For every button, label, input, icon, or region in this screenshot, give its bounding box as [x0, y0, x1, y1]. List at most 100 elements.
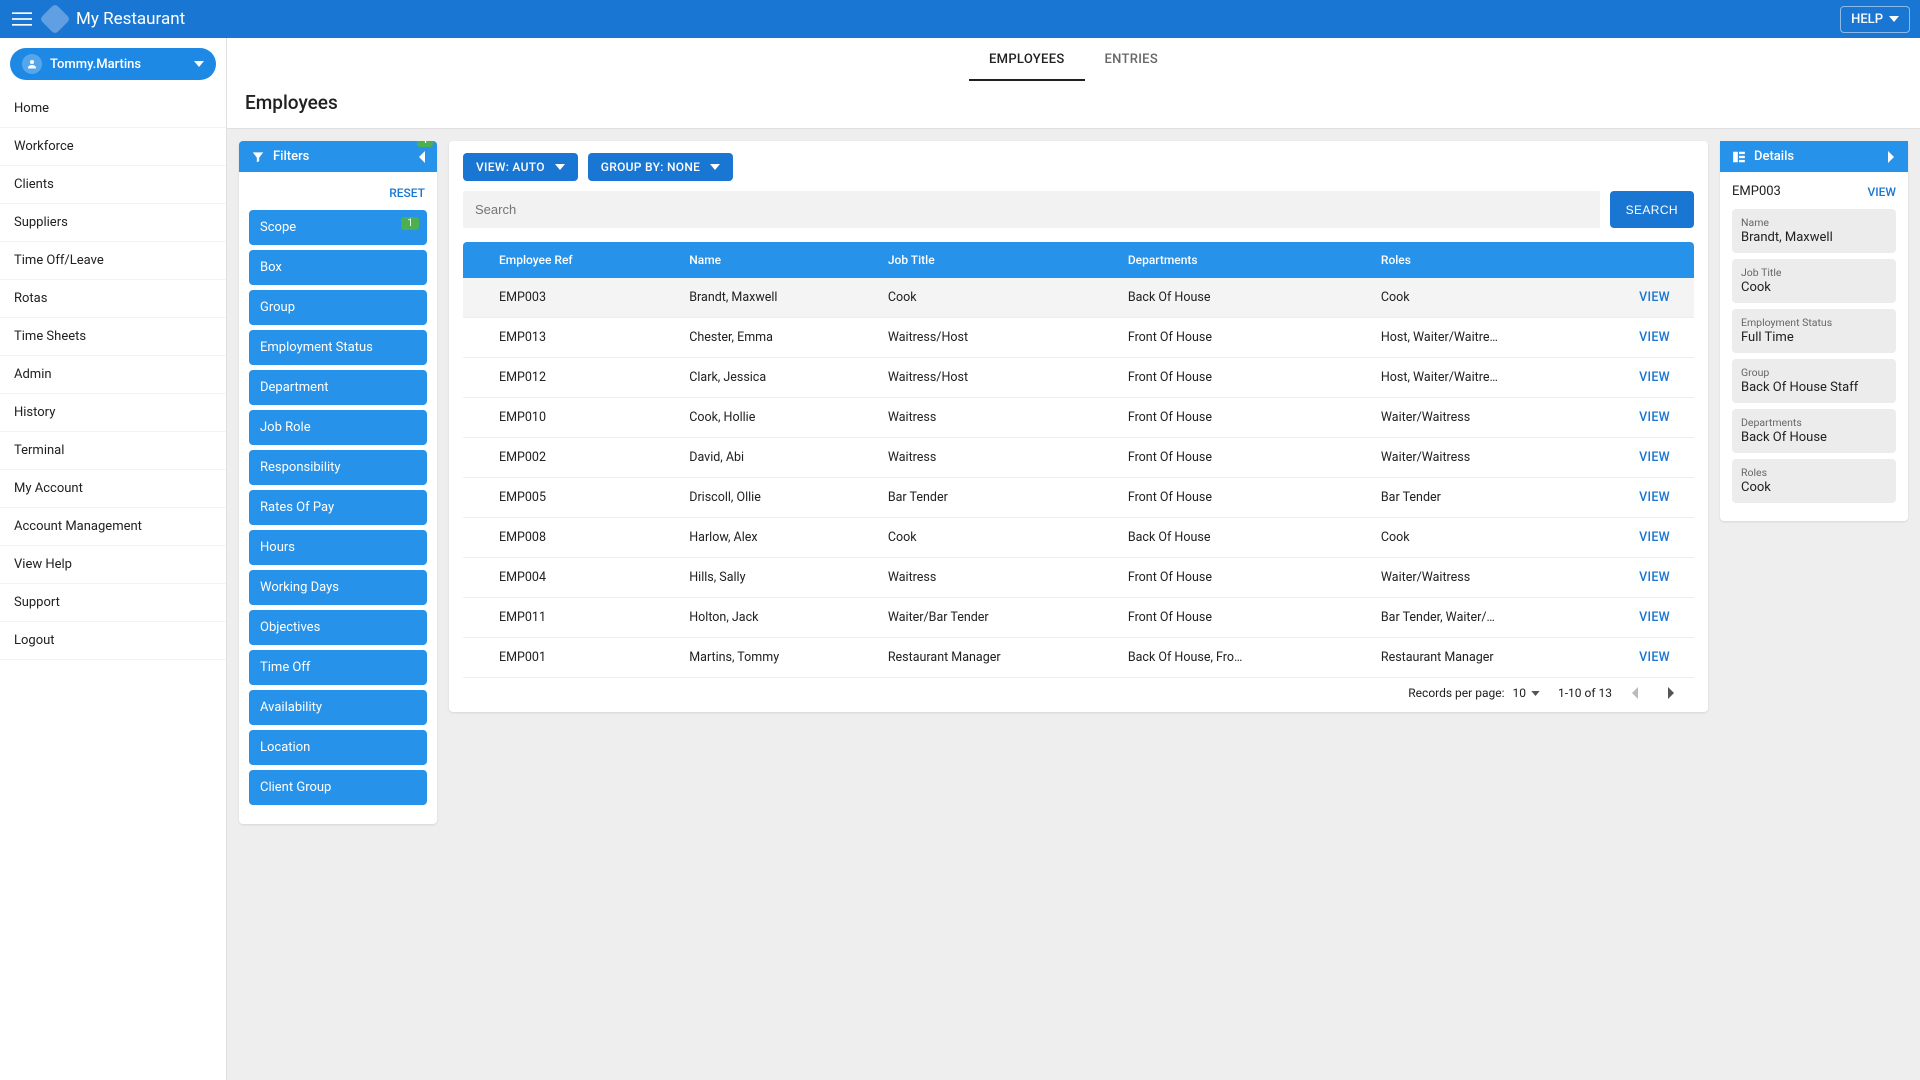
nav-item-logout[interactable]: Logout	[0, 622, 226, 660]
detail-label: Name	[1741, 216, 1887, 229]
expand-details-icon[interactable]	[1888, 151, 1896, 163]
detail-label: Job Title	[1741, 266, 1887, 279]
app-logo	[39, 3, 70, 34]
tab-entries[interactable]: ENTRIES	[1085, 38, 1178, 81]
tab-employees[interactable]: EMPLOYEES	[969, 38, 1085, 81]
detail-label: Departments	[1741, 416, 1887, 429]
table-row[interactable]: EMP001Martins, TommyRestaurant ManagerBa…	[463, 638, 1694, 678]
filters-count-badge: 1	[417, 141, 433, 147]
nav-item-rotas[interactable]: Rotas	[0, 280, 226, 318]
view-row-link[interactable]: VIEW	[1624, 398, 1694, 438]
col-actions[interactable]	[1624, 242, 1694, 278]
filter-employment-status[interactable]: Employment Status	[249, 330, 427, 365]
filter-responsibility[interactable]: Responsibility	[249, 450, 427, 485]
cell-title: Waitress	[878, 398, 1118, 438]
cell-dept: Back Of House	[1118, 518, 1371, 558]
menu-icon[interactable]	[10, 7, 34, 31]
view-row-link[interactable]: VIEW	[1624, 318, 1694, 358]
employees-table: Employee RefNameJob TitleDepartmentsRole…	[463, 242, 1694, 678]
cell-name: David, Abi	[679, 438, 878, 478]
filter-department[interactable]: Department	[249, 370, 427, 405]
cell-dept: Front Of House	[1118, 598, 1371, 638]
cell-dept: Front Of House	[1118, 358, 1371, 398]
detail-field-roles: RolesCook	[1732, 459, 1896, 503]
table-row[interactable]: EMP003Brandt, MaxwellCookBack Of HouseCo…	[463, 278, 1694, 318]
filter-rates-of-pay[interactable]: Rates Of Pay	[249, 490, 427, 525]
nav-item-support[interactable]: Support	[0, 584, 226, 622]
col-departments[interactable]: Departments	[1118, 242, 1371, 278]
cell-title: Waitress	[878, 558, 1118, 598]
view-row-link[interactable]: VIEW	[1624, 438, 1694, 478]
next-page-icon[interactable]	[1668, 687, 1688, 699]
app-title: My Restaurant	[76, 9, 185, 29]
col-roles[interactable]: Roles	[1371, 242, 1624, 278]
nav-item-clients[interactable]: Clients	[0, 166, 226, 204]
help-button[interactable]: HELP	[1840, 6, 1910, 33]
nav-item-time-off-leave[interactable]: Time Off/Leave	[0, 242, 226, 280]
cell-title: Restaurant Manager	[878, 638, 1118, 678]
search-input[interactable]	[463, 191, 1600, 228]
nav-item-time-sheets[interactable]: Time Sheets	[0, 318, 226, 356]
table-row[interactable]: EMP008Harlow, AlexCookBack Of HouseCookV…	[463, 518, 1694, 558]
collapse-filters-icon[interactable]	[417, 151, 425, 163]
nav-item-admin[interactable]: Admin	[0, 356, 226, 394]
cell-name: Holton, Jack	[679, 598, 878, 638]
filter-time-off[interactable]: Time Off	[249, 650, 427, 685]
view-row-link[interactable]: VIEW	[1624, 278, 1694, 318]
detail-label: Group	[1741, 366, 1887, 379]
records-per-page-select[interactable]: 10	[1512, 686, 1540, 700]
filter-hours[interactable]: Hours	[249, 530, 427, 565]
detail-field-name: NameBrandt, Maxwell	[1732, 209, 1896, 253]
view-row-link[interactable]: VIEW	[1624, 638, 1694, 678]
cell-name: Clark, Jessica	[679, 358, 878, 398]
user-name: Tommy.Martins	[50, 57, 141, 72]
filter-location[interactable]: Location	[249, 730, 427, 765]
chevron-down-icon	[1531, 691, 1540, 696]
col-name[interactable]: Name	[679, 242, 878, 278]
view-row-link[interactable]: VIEW	[1624, 358, 1694, 398]
filter-working-days[interactable]: Working Days	[249, 570, 427, 605]
cell-roles: Waiter/Waitress	[1371, 558, 1624, 598]
cell-roles: Host, Waiter/Waitress	[1371, 358, 1624, 398]
table-row[interactable]: EMP005Driscoll, OllieBar TenderFront Of …	[463, 478, 1694, 518]
filter-job-role[interactable]: Job Role	[249, 410, 427, 445]
filter-badge: 1	[401, 217, 419, 230]
view-row-link[interactable]: VIEW	[1624, 478, 1694, 518]
table-row[interactable]: EMP010Cook, HollieWaitressFront Of House…	[463, 398, 1694, 438]
filter-availability[interactable]: Availability	[249, 690, 427, 725]
cell-title: Waitress	[878, 438, 1118, 478]
filter-box[interactable]: Box	[249, 250, 427, 285]
nav-item-suppliers[interactable]: Suppliers	[0, 204, 226, 242]
view-row-link[interactable]: VIEW	[1624, 558, 1694, 598]
view-mode-dropdown[interactable]: VIEW: AUTO	[463, 153, 578, 181]
prev-page-icon[interactable]	[1630, 687, 1650, 699]
group-by-dropdown[interactable]: GROUP BY: NONE	[588, 153, 734, 181]
nav-item-history[interactable]: History	[0, 394, 226, 432]
col-job-title[interactable]: Job Title	[878, 242, 1118, 278]
nav-item-view-help[interactable]: View Help	[0, 546, 226, 584]
filter-scope[interactable]: Scope1	[249, 210, 427, 245]
cell-dept: Front Of House	[1118, 558, 1371, 598]
reset-filters-button[interactable]: RESET	[249, 180, 427, 210]
table-row[interactable]: EMP011Holton, JackWaiter/Bar TenderFront…	[463, 598, 1694, 638]
search-button[interactable]: SEARCH	[1610, 191, 1694, 228]
nav-item-terminal[interactable]: Terminal	[0, 432, 226, 470]
details-view-link[interactable]: VIEW	[1868, 185, 1897, 199]
table-row[interactable]: EMP002David, AbiWaitressFront Of HouseWa…	[463, 438, 1694, 478]
col-employee-ref[interactable]: Employee Ref	[463, 242, 679, 278]
nav-item-account-management[interactable]: Account Management	[0, 508, 226, 546]
filter-objectives[interactable]: Objectives	[249, 610, 427, 645]
cell-title: Bar Tender	[878, 478, 1118, 518]
nav-item-home[interactable]: Home	[0, 90, 226, 128]
user-chip[interactable]: Tommy.Martins	[10, 48, 216, 80]
view-row-link[interactable]: VIEW	[1624, 598, 1694, 638]
view-row-link[interactable]: VIEW	[1624, 518, 1694, 558]
nav-item-my-account[interactable]: My Account	[0, 470, 226, 508]
table-row[interactable]: EMP013Chester, EmmaWaitress/HostFront Of…	[463, 318, 1694, 358]
nav-item-workforce[interactable]: Workforce	[0, 128, 226, 166]
table-row[interactable]: EMP012Clark, JessicaWaitress/HostFront O…	[463, 358, 1694, 398]
detail-label: Roles	[1741, 466, 1887, 479]
filter-group[interactable]: Group	[249, 290, 427, 325]
table-row[interactable]: EMP004Hills, SallyWaitressFront Of House…	[463, 558, 1694, 598]
filter-client-group[interactable]: Client Group	[249, 770, 427, 805]
